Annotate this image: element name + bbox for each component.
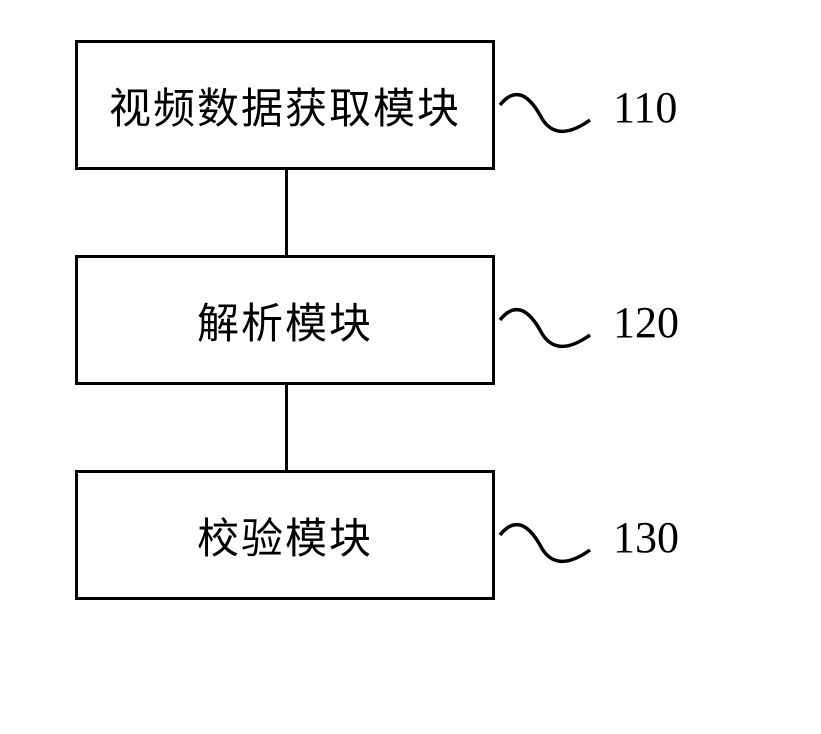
reference-number: 130 (613, 512, 679, 563)
reference-label-group: 130 (495, 500, 679, 575)
flowchart-diagram: 视频数据获取模块 解析模块 校验模块 (75, 40, 495, 600)
reference-label-group: 110 (495, 70, 677, 145)
curve-connector-icon (495, 500, 595, 575)
curve-connector-icon (495, 70, 595, 145)
block-label: 视频数据获取模块 (109, 75, 461, 136)
block-label: 校验模块 (197, 505, 373, 566)
reference-number: 120 (613, 297, 679, 348)
block-label: 解析模块 (197, 290, 373, 351)
reference-number: 110 (613, 82, 677, 133)
curve-connector-icon (495, 285, 595, 360)
connector-line (285, 170, 288, 255)
block-video-data-acquisition: 视频数据获取模块 (75, 40, 495, 170)
connector-line (285, 385, 288, 470)
reference-label-group: 120 (495, 285, 679, 360)
block-parsing: 解析模块 (75, 255, 495, 385)
block-verification: 校验模块 (75, 470, 495, 600)
